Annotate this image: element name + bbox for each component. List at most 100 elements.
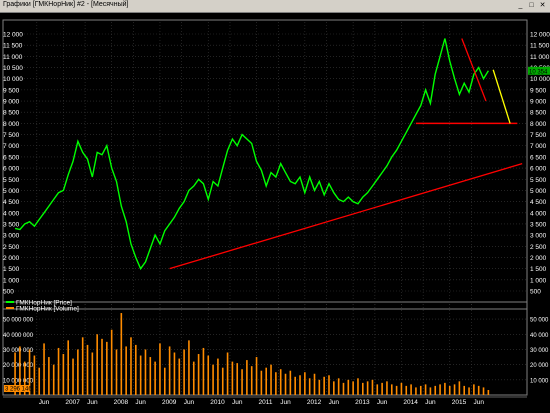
volume-bar[interactable]: [434, 385, 437, 395]
volume-bar[interactable]: [337, 378, 340, 395]
volume-bar[interactable]: [77, 349, 79, 395]
volume-bar[interactable]: [135, 344, 137, 395]
volume-bar[interactable]: [226, 352, 229, 396]
volume-bar[interactable]: [260, 370, 263, 395]
volume-bar[interactable]: [265, 367, 268, 395]
volume-bar[interactable]: [106, 341, 108, 395]
volume-bar[interactable]: [188, 340, 190, 395]
volume-bar[interactable]: [482, 387, 485, 395]
price-line-series[interactable]: [14, 38, 489, 271]
volume-bar[interactable]: [110, 329, 113, 395]
volume-bar[interactable]: [130, 337, 132, 395]
volume-bar[interactable]: [381, 382, 383, 395]
volume-bar[interactable]: [275, 372, 277, 395]
volume-bar[interactable]: [361, 382, 364, 395]
volume-bar[interactable]: [43, 343, 45, 395]
volume-bar[interactable]: [81, 337, 84, 395]
forecast-line[interactable]: [492, 69, 511, 124]
volume-bar[interactable]: [289, 370, 292, 395]
volume-bar[interactable]: [458, 381, 461, 395]
volume-bar[interactable]: [376, 384, 379, 395]
volume-bar[interactable]: [424, 384, 427, 395]
volume-bar[interactable]: [448, 385, 451, 395]
volume-bar[interactable]: [168, 346, 171, 395]
volume-bar[interactable]: [419, 385, 422, 395]
volume-bar[interactable]: [217, 358, 219, 395]
volume-bar[interactable]: [390, 384, 393, 395]
volume-bar[interactable]: [86, 344, 89, 395]
volume-bar[interactable]: [270, 364, 272, 395]
volume-bar[interactable]: [178, 358, 181, 395]
volume-bar[interactable]: [386, 381, 388, 395]
volume-bar[interactable]: [410, 384, 412, 395]
trend-line[interactable]: [461, 38, 487, 102]
volume-bar[interactable]: [38, 367, 41, 395]
volume-bar[interactable]: [415, 387, 417, 395]
volume-bar[interactable]: [323, 376, 325, 395]
volume-bar[interactable]: [429, 387, 432, 395]
volume-bar[interactable]: [299, 375, 301, 395]
volume-bar[interactable]: [48, 357, 50, 395]
volume-bar[interactable]: [72, 358, 74, 395]
volume-bar[interactable]: [308, 378, 311, 395]
volume-bar[interactable]: [246, 360, 248, 395]
volume-bar[interactable]: [212, 364, 214, 395]
volume-bar[interactable]: [366, 381, 369, 395]
volume-bar[interactable]: [101, 338, 103, 395]
volume-bar[interactable]: [279, 369, 282, 395]
volume-bar[interactable]: [255, 357, 258, 395]
volume-bar[interactable]: [318, 379, 321, 395]
close-button[interactable]: ✕: [538, 1, 547, 10]
volume-bar[interactable]: [352, 381, 354, 395]
volume-bar[interactable]: [207, 355, 210, 395]
volume-bar[interactable]: [115, 349, 118, 395]
volume-bar[interactable]: [313, 373, 316, 395]
volume-bar[interactable]: [333, 381, 335, 395]
volume-bar[interactable]: [163, 367, 166, 395]
minimize-button[interactable]: _: [516, 1, 525, 10]
volume-bar[interactable]: [96, 334, 98, 395]
volume-bar[interactable]: [439, 384, 441, 395]
volume-bar[interactable]: [202, 347, 205, 395]
volume-bar[interactable]: [294, 376, 296, 395]
volume-bar[interactable]: [159, 343, 161, 395]
volume-bar[interactable]: [192, 361, 195, 395]
volume-bar[interactable]: [444, 382, 446, 395]
volume-bar[interactable]: [400, 382, 403, 395]
volume-bar[interactable]: [284, 373, 287, 395]
volume-bar[interactable]: [144, 349, 147, 395]
volume-bar[interactable]: [139, 355, 142, 395]
volume-bar[interactable]: [371, 379, 374, 395]
volume-bar[interactable]: [357, 378, 359, 395]
volume-bar[interactable]: [304, 372, 306, 395]
volume-bar[interactable]: [52, 364, 55, 395]
volume-bar[interactable]: [342, 382, 345, 395]
volume-bar[interactable]: [197, 354, 200, 395]
volume-bar[interactable]: [149, 357, 152, 395]
volume-bar[interactable]: [183, 349, 185, 395]
volume-bar[interactable]: [91, 352, 94, 396]
volume-bar[interactable]: [473, 384, 475, 395]
volume-bar[interactable]: [231, 361, 234, 395]
maximize-button[interactable]: □: [527, 1, 536, 10]
volume-bar[interactable]: [453, 384, 456, 395]
volume-bar[interactable]: [236, 363, 239, 395]
volume-bar[interactable]: [241, 369, 243, 395]
volume-bar[interactable]: [405, 385, 408, 395]
volume-bar[interactable]: [347, 379, 350, 395]
volume-bar[interactable]: [62, 354, 65, 395]
volume-bar[interactable]: [328, 375, 330, 395]
volume-bar[interactable]: [468, 387, 470, 395]
volume-bar[interactable]: [250, 366, 253, 395]
volume-bar[interactable]: [463, 385, 466, 395]
volume-bar[interactable]: [33, 355, 36, 395]
volume-bar[interactable]: [477, 385, 480, 395]
volume-bar[interactable]: [120, 313, 123, 395]
chart-canvas[interactable]: 12 000 12 000 11 500 11 500 11 000 11 000 10 5…: [0, 12, 550, 413]
volume-bar[interactable]: [395, 385, 398, 395]
volume-bar[interactable]: [221, 367, 224, 395]
volume-bar[interactable]: [125, 346, 127, 395]
volume-bar[interactable]: [487, 389, 490, 395]
volume-bar[interactable]: [154, 361, 156, 395]
volume-bar[interactable]: [67, 340, 69, 395]
